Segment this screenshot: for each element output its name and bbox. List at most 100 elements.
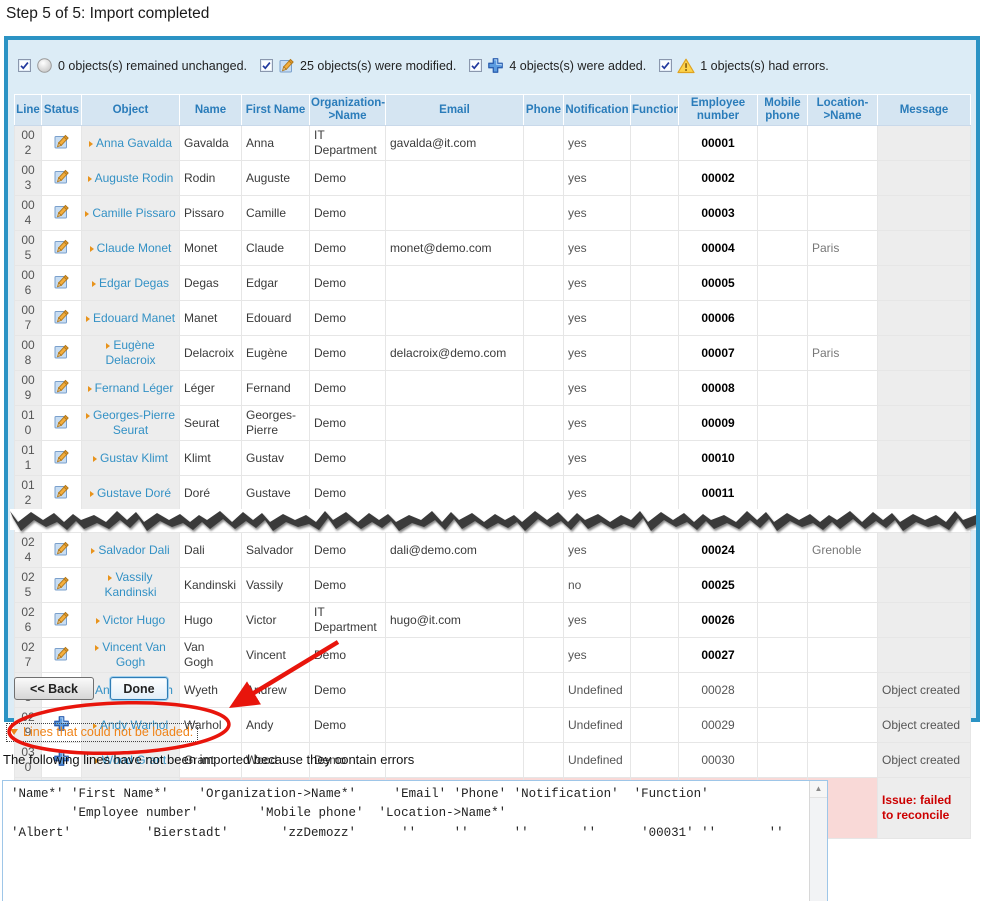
column-header-line: Line: [15, 95, 42, 126]
cell-message: [878, 161, 971, 196]
pencil-icon: [53, 139, 70, 153]
cell-function: [631, 476, 679, 511]
cell-message: [878, 406, 971, 441]
cell-org: Demo: [310, 533, 386, 568]
cell-org: Demo: [310, 266, 386, 301]
object-link[interactable]: Eugène Delacroix: [105, 338, 155, 367]
cell-first_name: Anna: [242, 126, 310, 161]
cell-mobile: [758, 708, 808, 743]
table-row: 026Victor HugoHugoVictorIT Departmenthug…: [15, 603, 971, 638]
cell-org: Demo: [310, 476, 386, 511]
bullet-arrow-icon: [85, 211, 89, 217]
error-lines-codebox: 'Name*' 'First Name*' 'Organization->Nam…: [2, 780, 828, 901]
cell-message: Object created: [878, 673, 971, 708]
cell-message: [878, 266, 971, 301]
object-link[interactable]: Gustav Klimt: [100, 451, 168, 465]
object-link[interactable]: Edgar Degas: [99, 276, 169, 290]
employee-number: 00011: [702, 486, 735, 500]
cell-name: Hugo: [180, 603, 242, 638]
cell-employee: 00026: [679, 603, 758, 638]
cell-first_name: Edouard: [242, 301, 310, 336]
object-link[interactable]: Gustave Doré: [97, 486, 171, 500]
cell-status: [42, 161, 82, 196]
cell-first_name: Edgar: [242, 266, 310, 301]
cell-line: 011: [15, 441, 42, 476]
cell-name: Rodin: [180, 161, 242, 196]
summary-checkbox-unchanged[interactable]: [18, 59, 31, 72]
cell-first_name: Claude: [242, 231, 310, 266]
employee-number: 00007: [701, 346, 734, 360]
object-link[interactable]: Salvador Dali: [98, 543, 169, 557]
object-link[interactable]: Claude Monet: [97, 241, 172, 255]
cell-notification: yes: [564, 231, 631, 266]
pencil-icon: [53, 384, 70, 398]
done-button[interactable]: Done: [110, 677, 168, 700]
bullet-arrow-icon: [95, 645, 99, 651]
cell-line: 003: [15, 161, 42, 196]
cell-org: IT Department: [310, 603, 386, 638]
cell-first_name: Georges-Pierre: [242, 406, 310, 441]
cell-phone: [524, 568, 564, 603]
lines-not-loaded-link[interactable]: Lines that could not be loaded:: [23, 725, 193, 739]
summary-item-modified: 25 objects(s) were modified.: [260, 57, 456, 74]
object-link[interactable]: Fernand Léger: [95, 381, 174, 395]
pencil-icon: [53, 419, 70, 433]
object-link[interactable]: Edouard Manet: [93, 311, 175, 325]
object-link[interactable]: Camille Pissaro: [92, 206, 175, 220]
cell-org: Demo: [310, 336, 386, 371]
object-link[interactable]: Georges-Pierre Seurat: [93, 408, 175, 437]
button-row: << Back Done: [14, 677, 168, 700]
column-header-notification: Notification: [564, 95, 631, 126]
table-row: 007Edouard ManetManetEdouardDemoyes00006: [15, 301, 971, 336]
cell-message: [878, 603, 971, 638]
summary-label-errors: 1 objects(s) had errors.: [700, 59, 829, 73]
employee-number: 00010: [701, 451, 734, 465]
cell-function: [631, 196, 679, 231]
cell-status: [42, 406, 82, 441]
cell-location: [808, 406, 878, 441]
pencil-icon: [53, 314, 70, 328]
cell-line: 007: [15, 301, 42, 336]
summary-checkbox-added[interactable]: [469, 59, 482, 72]
cell-name: Kandinski: [180, 568, 242, 603]
object-link[interactable]: Victor Hugo: [103, 613, 165, 627]
bullet-arrow-icon: [106, 343, 110, 349]
cell-notification: yes: [564, 266, 631, 301]
error-lines-link-row: Lines that could not be loaded:: [6, 723, 198, 742]
back-button[interactable]: << Back: [14, 677, 94, 700]
cell-mobile: [758, 743, 808, 778]
cell-mobile: [758, 126, 808, 161]
cell-function: [631, 533, 679, 568]
object-link[interactable]: Anna Gavalda: [96, 136, 172, 150]
table-header: LineStatusObjectNameFirst NameOrganizati…: [15, 95, 971, 126]
cell-function: [631, 708, 679, 743]
scroll-up-button[interactable]: ▲: [810, 781, 827, 798]
summary-checkbox-modified[interactable]: [260, 59, 273, 72]
cell-notification: yes: [564, 638, 631, 673]
employee-number: 00002: [701, 171, 734, 185]
cell-message: Object created: [878, 708, 971, 743]
header-row: LineStatusObjectNameFirst NameOrganizati…: [15, 95, 971, 126]
bullet-arrow-icon: [108, 575, 112, 581]
object-link[interactable]: Auguste Rodin: [95, 171, 174, 185]
table-row: 009Fernand LégerLégerFernandDemoyes00008: [15, 371, 971, 406]
cell-first_name: Andy: [242, 708, 310, 743]
cell-mobile: [758, 533, 808, 568]
employee-number: 00003: [701, 206, 734, 220]
column-header-email: Email: [386, 95, 524, 126]
cell-name: Delacroix: [180, 336, 242, 371]
cell-function: [631, 301, 679, 336]
cell-phone: [524, 603, 564, 638]
cell-org: Demo: [310, 371, 386, 406]
cell-mobile: [758, 266, 808, 301]
cell-notification: Undefined: [564, 708, 631, 743]
disclosure-triangle-icon: [10, 729, 18, 735]
codebox-scrollbar[interactable]: ▲: [809, 781, 827, 901]
object-link[interactable]: Vincent Van Gogh: [102, 640, 166, 669]
cell-first_name: Vincent: [242, 638, 310, 673]
cell-email: hugo@it.com: [386, 603, 524, 638]
summary-checkbox-errors[interactable]: [659, 59, 672, 72]
bullet-arrow-icon: [89, 141, 93, 147]
employee-number: 00024: [701, 543, 734, 557]
column-header-org: Organization- >Name: [310, 95, 386, 126]
